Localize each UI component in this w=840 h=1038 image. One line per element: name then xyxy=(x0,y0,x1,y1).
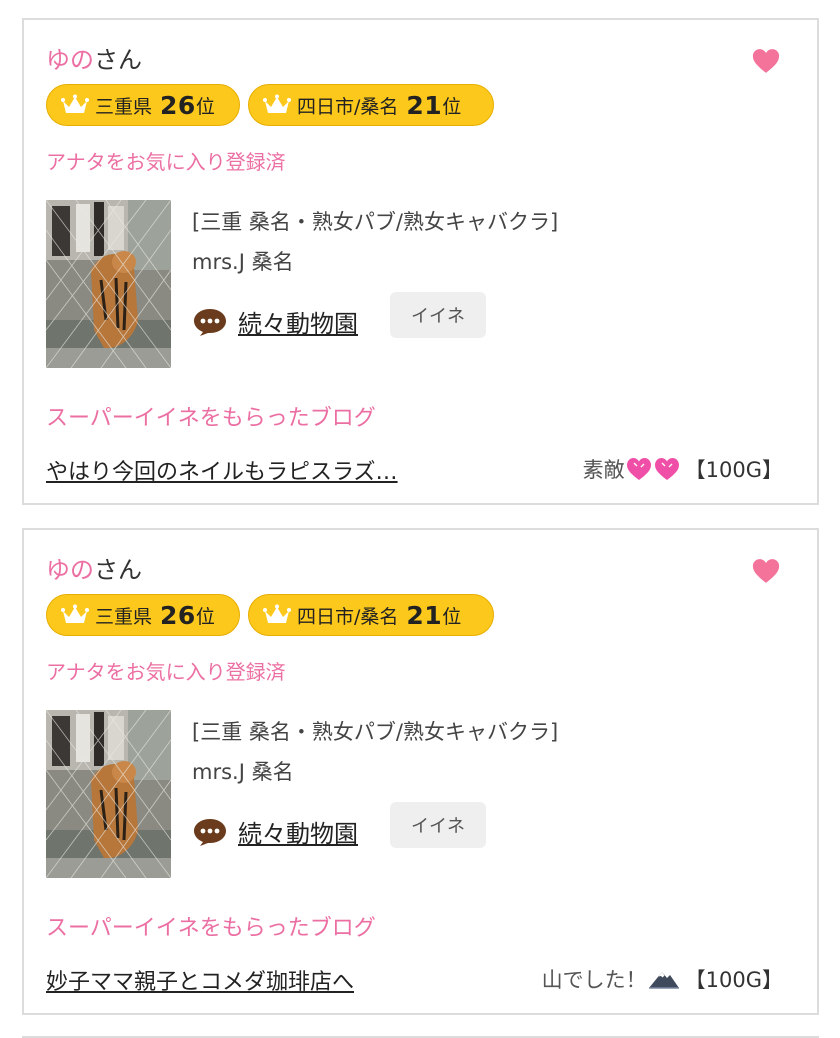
post-comment: 山でした！ 【100G】 xyxy=(542,964,783,994)
rank-badge-city: 四日市/桑名 21 位 xyxy=(248,84,494,126)
shop-name[interactable]: mrs.J 桑名 xyxy=(192,246,294,276)
rank-area: 四日市/桑名 xyxy=(297,95,399,118)
super-like-heading: スーパーイイネをもらったブログ xyxy=(46,406,376,431)
chat-bubble-icon xyxy=(194,309,226,336)
rank-number: 21 xyxy=(406,90,443,120)
blog-card: ゆのさん 三重県 26 位 四日市/桑名 21 位 アナタをお気に入り登録済 [… xyxy=(22,528,819,1015)
favorite-heart-icon[interactable] xyxy=(751,46,781,76)
mountain-icon xyxy=(648,972,679,989)
super-like-heading: スーパーイイネをもらったブログ xyxy=(46,916,376,941)
user-name[interactable]: ゆのさん xyxy=(46,46,142,74)
rank-badge-city: 四日市/桑名 21 位 xyxy=(248,594,494,636)
blog-title-link[interactable]: 続々動物園 xyxy=(238,304,358,339)
crown-icon xyxy=(263,604,291,623)
gift-amount: 【100G】 xyxy=(684,968,783,992)
rank-area: 三重県 xyxy=(95,605,153,628)
user-name[interactable]: ゆのさん xyxy=(46,556,142,584)
blog-card: ゆのさん 三重県 26 位 四日市/桑名 21 位 アナタをお気に入り登録済 [… xyxy=(22,18,819,505)
blog-thumbnail[interactable] xyxy=(46,710,171,878)
post-title-link[interactable]: 妙子ママ親子とコメダ珈琲店へ xyxy=(46,964,354,996)
gift-amount: 【100G】 xyxy=(684,458,783,482)
rank-badge-prefecture: 三重県 26 位 xyxy=(46,594,240,636)
crown-icon xyxy=(61,604,89,623)
rank-area: 四日市/桑名 xyxy=(297,605,399,628)
comment-text: 山でした！ xyxy=(541,968,647,992)
rank-number: 21 xyxy=(406,600,443,630)
blog-thumbnail[interactable] xyxy=(46,200,171,368)
shop-category: [三重 桑名・熟女パブ/熟女キャバクラ] xyxy=(192,720,559,744)
rank-number: 26 xyxy=(160,90,196,120)
like-button[interactable]: イイネ xyxy=(390,802,486,848)
favorite-status: アナタをお気に入り登録済 xyxy=(46,150,286,174)
comment-text: 素敵 xyxy=(582,458,625,482)
blog-title-link[interactable]: 続々動物園 xyxy=(238,814,358,849)
chat-bubble-icon xyxy=(194,819,226,846)
shop-category: [三重 桑名・熟女パブ/熟女キャバクラ] xyxy=(192,210,559,234)
favorite-status: アナタをお気に入り登録済 xyxy=(46,660,286,684)
shop-name[interactable]: mrs.J 桑名 xyxy=(192,756,294,786)
rank-area: 三重県 xyxy=(95,95,153,118)
post-title-link[interactable]: やはり今回のネイルもラピスラズ… xyxy=(46,454,398,486)
like-button[interactable]: イイネ xyxy=(390,292,486,338)
crown-icon xyxy=(263,94,291,113)
post-comment: 素敵 【100G】 xyxy=(583,454,783,484)
crown-icon xyxy=(61,94,89,113)
rank-number: 26 xyxy=(160,600,196,630)
rank-badge-prefecture: 三重県 26 位 xyxy=(46,84,240,126)
favorite-heart-icon[interactable] xyxy=(751,556,781,586)
pink-hearts-icon xyxy=(626,458,679,480)
